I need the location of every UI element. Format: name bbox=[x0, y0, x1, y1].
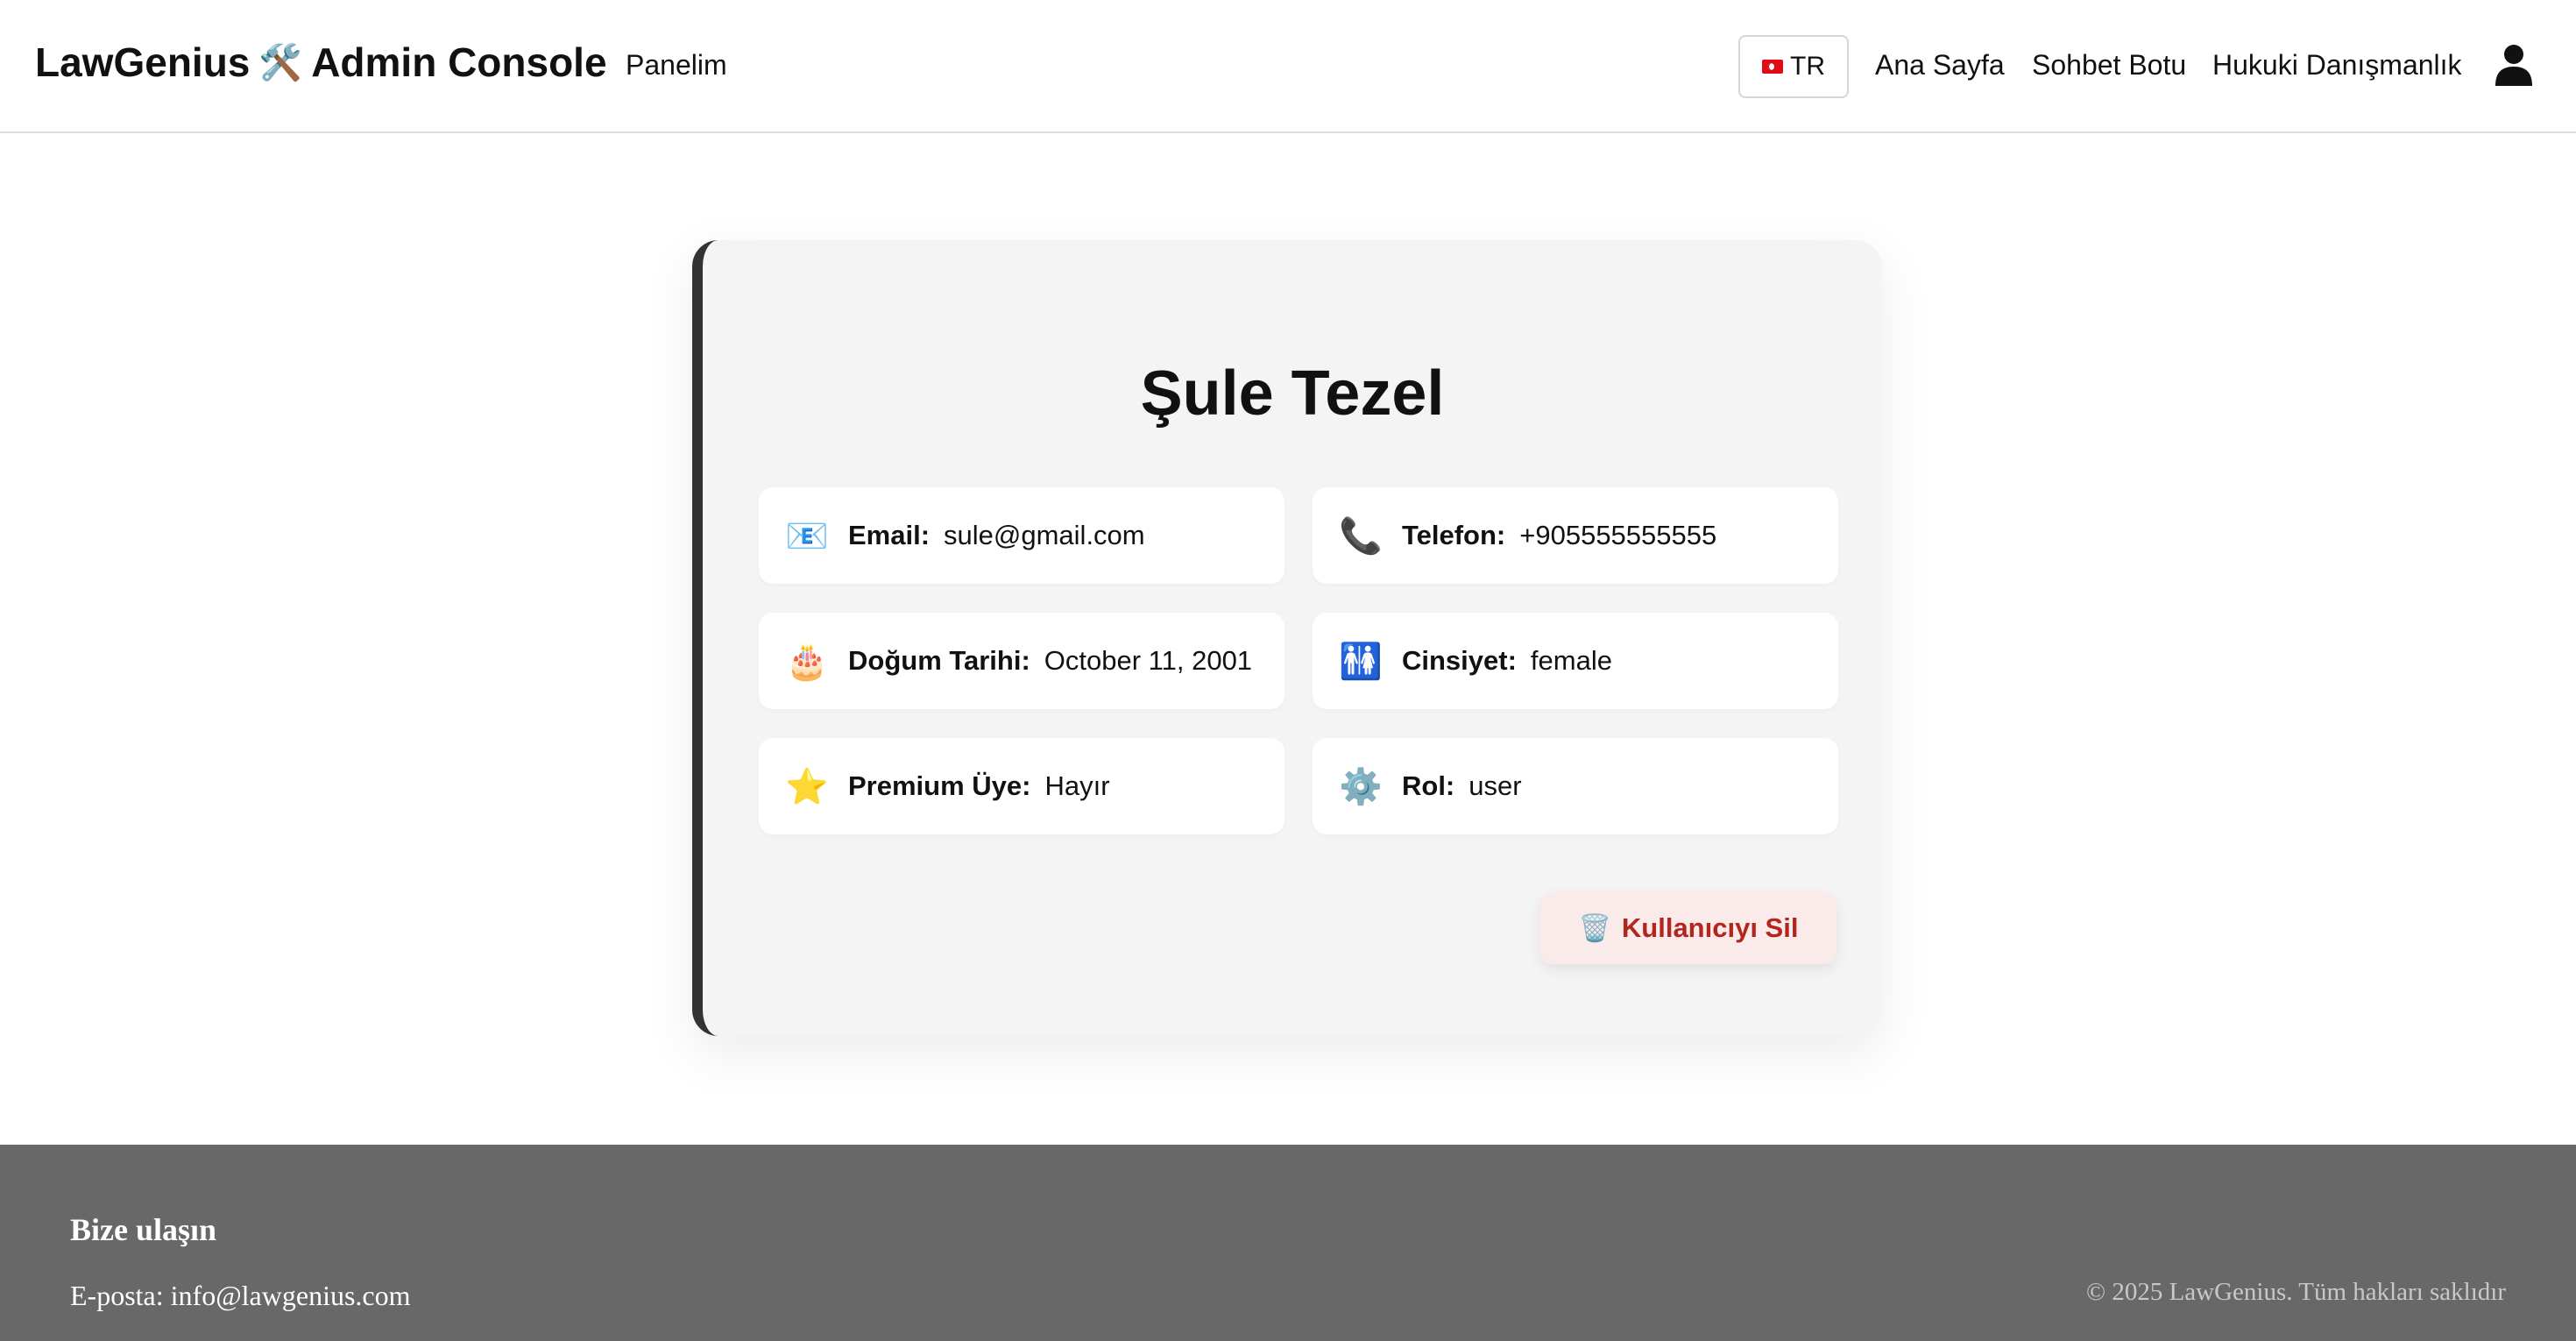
email-value: sule@gmail.com bbox=[944, 520, 1145, 550]
delete-user-label: Kullanıcıyı Sil bbox=[1621, 912, 1799, 943]
nav-chatbot-link[interactable]: Sohbet Botu bbox=[2032, 49, 2186, 82]
gender-value: female bbox=[1530, 645, 1612, 676]
language-code: TR bbox=[1790, 52, 1825, 81]
role-value: user bbox=[1468, 770, 1522, 801]
nav-home-link[interactable]: Ana Sayfa bbox=[1875, 49, 2005, 82]
language-selector[interactable]: TR bbox=[1738, 35, 1849, 98]
role-label: Rol: bbox=[1402, 770, 1455, 801]
user-detail-card: Şule Tezel 📧 Email: sule@gmail.com 📞 Tel… bbox=[692, 240, 1882, 1036]
user-profile-icon[interactable] bbox=[2495, 44, 2532, 86]
panel-link[interactable]: Panelim bbox=[626, 49, 727, 82]
email-label: Email: bbox=[848, 520, 931, 550]
brand-name: LawGenius bbox=[35, 39, 251, 85]
birthdate-value: October 11, 2001 bbox=[1044, 645, 1253, 676]
premium-info: ⭐ Premium Üye: Hayır bbox=[759, 738, 1284, 834]
copyright-text: © 2025 LawGenius. Tüm hakları saklıdır bbox=[2086, 1278, 2506, 1306]
trash-icon: 🗑️ bbox=[1578, 913, 1611, 943]
premium-label: Premium Üye: bbox=[848, 770, 1031, 801]
gender-info: 🚻 Cinsiyet: female bbox=[1313, 613, 1838, 709]
nav-legal-advice-link[interactable]: Hukuki Danışmanlık bbox=[2212, 49, 2462, 82]
footer-email[interactable]: E-posta: info@lawgenius.com bbox=[70, 1280, 411, 1312]
premium-value: Hayır bbox=[1044, 770, 1110, 801]
birthdate-label: Doğum Tarihi: bbox=[848, 645, 1030, 676]
brand-logo[interactable]: LawGenius 🛠️ Admin Console bbox=[35, 39, 607, 86]
footer: Bize ulaşın E-posta: info@lawgenius.com … bbox=[0, 1145, 2576, 1341]
turkey-flag-icon bbox=[1762, 60, 1783, 74]
star-icon: ⭐ bbox=[785, 767, 829, 806]
delete-user-button[interactable]: 🗑️ Kullanıcıyı Sil bbox=[1540, 892, 1836, 964]
gear-icon: ⚙️ bbox=[1339, 767, 1383, 806]
email-info: 📧 Email: sule@gmail.com bbox=[759, 487, 1284, 584]
gender-label: Cinsiyet: bbox=[1402, 645, 1517, 676]
birthday-cake-icon: 🎂 bbox=[785, 642, 829, 681]
phone-value: +905555555555 bbox=[1519, 520, 1717, 550]
envelope-icon: 📧 bbox=[785, 516, 829, 556]
phone-info: 📞 Telefon: +905555555555 bbox=[1313, 487, 1838, 584]
role-info: ⚙️ Rol: user bbox=[1313, 738, 1838, 834]
user-full-name: Şule Tezel bbox=[1140, 358, 1445, 429]
phone-icon: 📞 bbox=[1339, 516, 1383, 556]
top-navbar: LawGenius 🛠️ Admin Console Panelim TR An… bbox=[0, 0, 2576, 133]
tools-icon: 🛠️ bbox=[258, 43, 303, 82]
brand-subtitle: Admin Console bbox=[311, 39, 607, 85]
footer-title: Bize ulaşın bbox=[70, 1212, 217, 1247]
restroom-icon: 🚻 bbox=[1339, 642, 1383, 681]
phone-label: Telefon: bbox=[1402, 520, 1506, 550]
birthdate-info: 🎂 Doğum Tarihi: October 11, 2001 bbox=[759, 613, 1284, 709]
